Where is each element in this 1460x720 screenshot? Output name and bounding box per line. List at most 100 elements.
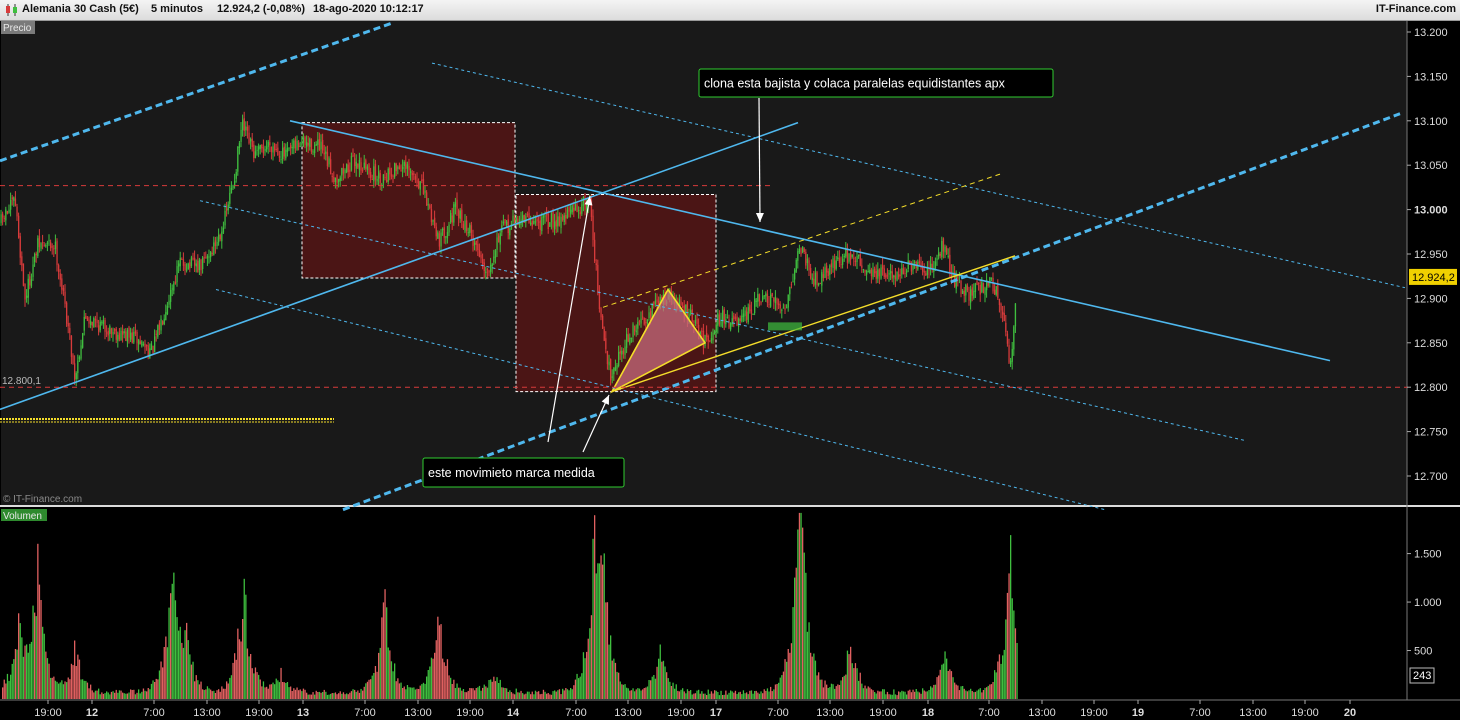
volume-bar [821,679,823,699]
price-chart[interactable]: 13.200 13.150 13.100 13.050 13.000 12.950 12.9… [0,0,1460,720]
volume-bar [296,687,298,699]
candle-body [237,146,239,172]
volume-bar [776,684,778,699]
candle-body [942,238,945,252]
candle-body [75,373,77,380]
volume-bar [160,661,162,699]
volume-bar [235,659,237,699]
volume-bar [803,552,805,699]
candle-body [736,316,738,326]
candle-body [565,215,567,219]
volume-bar [906,694,908,699]
volume-bar [14,649,17,699]
candle-body [691,309,693,322]
volume-bar [632,688,634,699]
volume-bar [666,672,668,699]
candle-body [461,209,463,222]
volume-bar [997,661,999,699]
candle-body [837,257,839,260]
volume-bar [1016,643,1018,699]
time-tick-label: 13:00 [193,707,221,719]
volume-bar [245,594,247,699]
volume-bar [504,688,506,699]
volume-bar [334,692,337,699]
candle-body [549,222,551,227]
candle-body [813,278,815,286]
volume-bar [435,640,437,699]
candle-body [134,330,137,334]
volume-bar [1003,649,1005,699]
candle-body [899,274,901,276]
candle-body [227,204,229,211]
volume-bar [542,689,545,699]
watermark: © IT-Finance.com [3,494,82,505]
volume-bar [1010,535,1012,699]
candle-body [846,248,849,263]
volume-bar [798,512,801,699]
candle-body [470,225,473,233]
candle-body [446,232,449,239]
volume-bar [147,688,149,699]
candle-body [653,301,655,306]
candle-body [344,169,346,174]
candle-body [67,323,69,327]
highlight-box[interactable] [515,194,717,393]
volume-bar [907,690,909,699]
candle-body [934,261,937,270]
volume-bar [203,690,205,699]
volume-bar [987,685,989,699]
candle-body [358,159,361,171]
volume-bar [499,679,501,699]
volume-bar [984,687,986,699]
candle-body [229,192,231,204]
volume-bar [883,689,885,699]
volume-bar [878,691,881,699]
candle-body [50,242,52,249]
candle-body [403,162,405,167]
candle-body [493,256,495,263]
volume-bar [349,692,351,699]
volume-bar [917,691,919,699]
volume-bar [646,686,649,699]
volume-bar [875,693,877,699]
time-tick-label: 7:00 [354,707,375,719]
candle-body [462,223,465,230]
candle-body [893,275,895,278]
volume-bar [698,689,700,699]
volume-bar [994,670,996,699]
volume-bar [390,661,393,699]
candle-body [630,337,633,339]
volume-bar [66,682,68,699]
candle-body [822,274,825,278]
candle-body [974,283,977,292]
volume-bar [653,675,655,699]
candle-body [645,322,647,324]
candle-body [365,160,367,169]
candle-body [46,242,49,244]
volume-bar [555,691,557,699]
candle-body [304,137,306,145]
volume-bar [363,686,365,699]
candle-body [902,268,905,274]
volume-bar [136,692,138,699]
candle-body [179,257,181,267]
candle-body [835,260,837,269]
volume-bar [214,693,217,699]
candle-body [766,293,769,303]
volume-bar [304,689,306,699]
candle-body [614,366,617,371]
candle-body [842,258,844,265]
volume-bar [840,680,842,699]
candle-body [606,351,609,365]
candle-body [1000,303,1002,311]
candle-body [694,320,697,324]
volume-bar [600,555,602,699]
volume-bar [26,644,28,699]
volume-bar [725,690,727,699]
candle-body [34,254,36,263]
candle-body [533,220,535,225]
candle-body [758,294,761,302]
candle-body [186,269,188,271]
volume-bar [898,691,900,699]
candle-body [166,306,169,314]
